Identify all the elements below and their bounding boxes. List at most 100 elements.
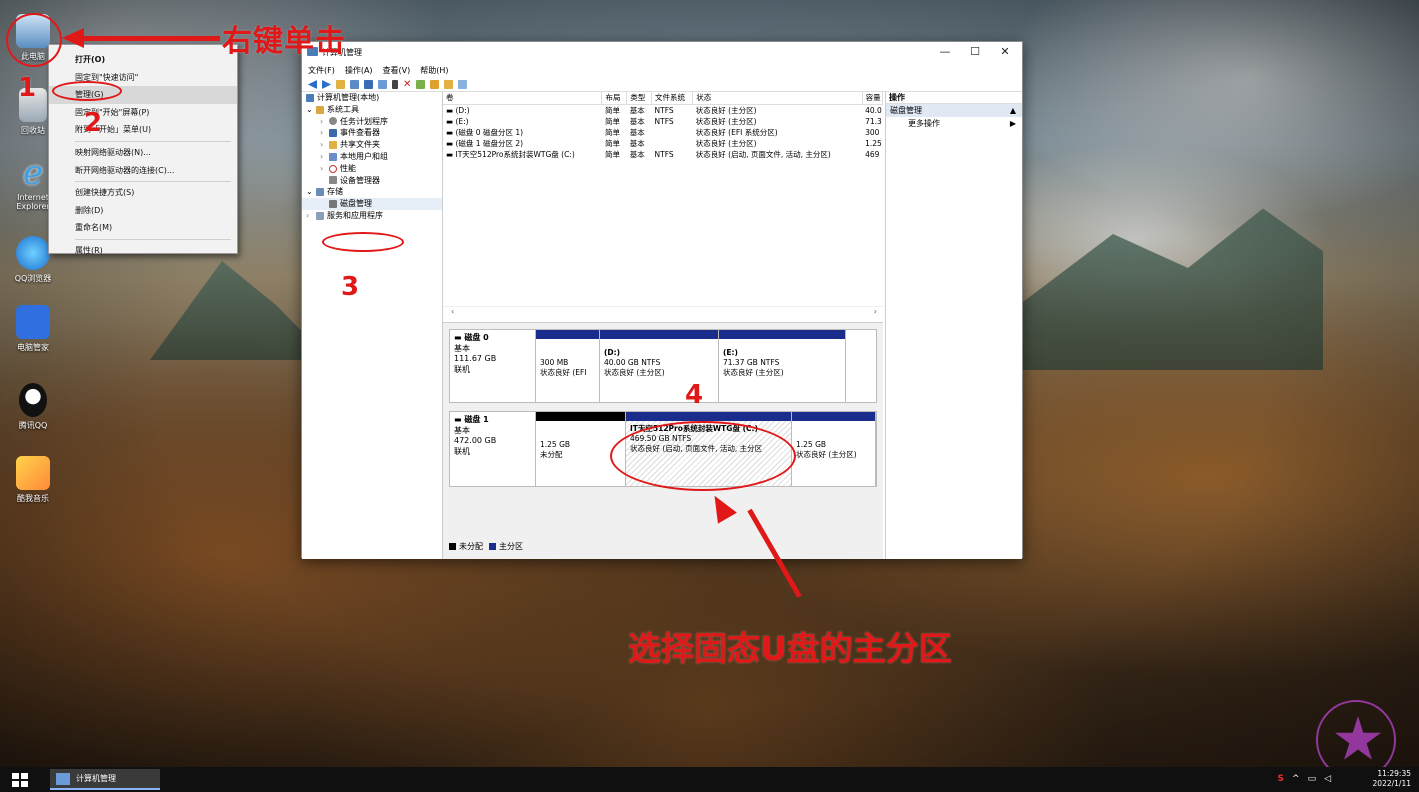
menu-view[interactable]: 查看(V) [383, 65, 411, 76]
computer-management-icon [306, 93, 314, 102]
column-type[interactable]: 类型 [626, 92, 653, 105]
table-row[interactable]: ▬ (磁盘 0 磁盘分区 1) 简单 基本 状态良好 (EFI 系统分区) 30… [443, 127, 883, 138]
chevron-right-icon: › [320, 116, 324, 126]
menu-item-properties[interactable]: 属性(R) [49, 242, 237, 260]
taskbar-app-computer-management[interactable]: 计算机管理 [50, 769, 160, 790]
menu-file[interactable]: 文件(F) [308, 65, 335, 76]
tree-item-task-scheduler[interactable]: › 任务计划程序 [302, 116, 442, 128]
actions-more[interactable]: 更多操作 ▶ [886, 117, 1022, 130]
menu-item-pin-start-screen[interactable]: 固定到"开始"屏幕(P) [49, 104, 237, 122]
view-icon[interactable] [378, 80, 387, 89]
menu-item-disconnect-drive[interactable]: 断开网络驱动器的连接(C)... [49, 162, 237, 180]
disk-1-info[interactable]: ▬ 磁盘 1 基本 472.00 GB 联机 [450, 412, 536, 486]
table-row[interactable]: ▬ (D:) 简单 基本 NTFS 状态良好 (主分区) 40.0 [443, 104, 883, 116]
partition-efi[interactable]: 300 MB 状态良好 (EFI [536, 330, 600, 402]
volume-table-header: 卷 布局 类型 文件系统 状态 容量 [443, 92, 884, 105]
type-cell: 基本 [629, 138, 645, 148]
qq-penguin-icon [19, 383, 47, 417]
tree-item-shared-folders[interactable]: › 共享文件夹 [302, 139, 442, 151]
scroll-left-icon[interactable]: ‹ [451, 307, 454, 316]
column-volume[interactable]: 卷 [443, 92, 603, 105]
volume-icon[interactable]: ◁ [1324, 774, 1331, 784]
check-icon[interactable] [416, 80, 426, 89]
actions-pane: 操作 磁盘管理 ▲ 更多操作 ▶ [885, 92, 1022, 559]
taskbar: 计算机管理 S ^ ▭ ◁ 11:29:35 2022/1/11 [0, 767, 1419, 792]
partition-primary-small[interactable]: 1.25 GB 状态良好 (主分区) [792, 412, 876, 486]
tree-item-system-tools[interactable]: ⌄ 系统工具 [302, 104, 442, 116]
annotation-bottom-text: 选择固态U盘的主分区 [628, 629, 952, 668]
column-filesystem[interactable]: 文件系统 [651, 92, 694, 105]
table-row[interactable]: ▬ (E:) 简单 基本 NTFS 状态良好 (主分区) 71.3 [443, 116, 883, 127]
sogou-ime-icon[interactable]: S [1278, 774, 1284, 784]
tools-icon [316, 105, 324, 114]
chevron-right-icon: › [320, 140, 324, 150]
desktop-icon-tencent-qq[interactable]: 腾讯QQ [8, 383, 58, 431]
tree-item-local-users[interactable]: › 本地用户和组 [302, 151, 442, 163]
delete-icon[interactable]: ✕ [403, 79, 411, 90]
type-cell: 基本 [629, 116, 645, 126]
tree-item-disk-management[interactable]: 磁盘管理 [302, 198, 442, 210]
type-cell: 基本 [629, 127, 645, 137]
shared-folder-icon [329, 141, 337, 150]
actions-section-disk-management[interactable]: 磁盘管理 ▲ [886, 104, 1022, 117]
help-icon[interactable] [364, 80, 373, 89]
tree-item-device-manager[interactable]: 设备管理器 [302, 175, 442, 187]
refresh-icon[interactable] [458, 80, 468, 89]
column-capacity[interactable]: 容量 [862, 92, 884, 105]
menu-bar: 文件(F) 操作(A) 查看(V) 帮助(H) [302, 62, 1022, 78]
tree-item-storage[interactable]: ⌄ 存储 [302, 186, 442, 198]
scroll-right-icon[interactable]: › [874, 307, 877, 316]
maximize-button[interactable]: ☐ [960, 44, 990, 60]
desktop-icon-kuwo-music[interactable]: 酷我音乐 [8, 456, 58, 504]
menu-item-rename[interactable]: 重命名(M) [49, 219, 237, 237]
tree-item-event-viewer[interactable]: › 事件查看器 [302, 127, 442, 139]
partition-e[interactable]: (E:) 71.37 GB NTFS 状态良好 (主分区) [719, 330, 846, 402]
star-icon [1334, 716, 1382, 760]
forward-icon[interactable] [322, 80, 331, 89]
volume-cell: ▬ (E:) [446, 116, 469, 126]
folder-icon[interactable] [444, 80, 454, 89]
start-button[interactable] [12, 773, 28, 787]
table-row[interactable]: ▬ (磁盘 1 磁盘分区 2) 简单 基本 状态良好 (主分区) 1.25 [443, 138, 883, 149]
menu-separator [75, 238, 231, 240]
annotation-right-click: 右键单击 [222, 24, 346, 59]
performance-icon [329, 164, 337, 173]
chevron-up-icon[interactable]: ^ [1292, 774, 1300, 784]
disk-icon [329, 200, 337, 209]
tree-item-root[interactable]: 计算机管理(本地) [302, 92, 442, 104]
table-row[interactable]: ▬ IT天空512Pro系统封装WTG盘 (C:) 简单 基本 NTFS 状态良… [443, 149, 883, 160]
menu-action[interactable]: 操作(A) [345, 65, 373, 76]
menu-item-map-drive[interactable]: 映射网络驱动器(N)... [49, 144, 237, 162]
kuwo-music-icon [16, 456, 50, 490]
filesystem-cell: NTFS [654, 149, 674, 159]
annotation-ring-disk-management [322, 232, 404, 252]
horizontal-scrollbar[interactable]: ‹ › [443, 306, 883, 316]
column-status[interactable]: 状态 [692, 92, 863, 105]
menu-item-delete[interactable]: 删除(D) [49, 202, 237, 220]
tree-item-services[interactable]: › 服务和应用程序 [302, 210, 442, 222]
partition-bar [536, 412, 625, 421]
clock-date: 2022/1/11 [1372, 779, 1411, 788]
menu-item-open[interactable]: 打开(O) [49, 51, 237, 69]
desktop-icon-pc-manager[interactable]: 电脑管家 [8, 305, 58, 353]
title-bar[interactable]: 计算机管理 — ☐ ✕ [302, 42, 1022, 62]
menu-item-pin-start-menu[interactable]: 附到「开始」菜单(U) [49, 121, 237, 139]
close-button[interactable]: ✕ [990, 44, 1020, 60]
menu-separator [75, 181, 231, 183]
clock[interactable]: 11:29:35 2022/1/11 [1373, 769, 1411, 789]
minimize-button[interactable]: — [930, 44, 960, 60]
disk-icon: ▬ [454, 333, 465, 342]
back-icon[interactable] [308, 80, 317, 89]
menu-help[interactable]: 帮助(H) [420, 65, 448, 76]
tree-item-performance[interactable]: › 性能 [302, 163, 442, 175]
connect-icon[interactable] [392, 80, 398, 89]
layout-cell: 简单 [604, 105, 620, 115]
properties-icon[interactable] [430, 80, 440, 89]
up-folder-icon[interactable] [336, 80, 345, 89]
network-icon[interactable]: ▭ [1308, 774, 1317, 784]
show-tree-icon[interactable] [350, 80, 359, 89]
column-layout[interactable]: 布局 [601, 92, 628, 105]
layout-cell: 简单 [604, 149, 620, 159]
menu-item-create-shortcut[interactable]: 创建快捷方式(S) [49, 184, 237, 202]
disk-0-info[interactable]: ▬ 磁盘 0 基本 111.67 GB 联机 [450, 330, 536, 402]
